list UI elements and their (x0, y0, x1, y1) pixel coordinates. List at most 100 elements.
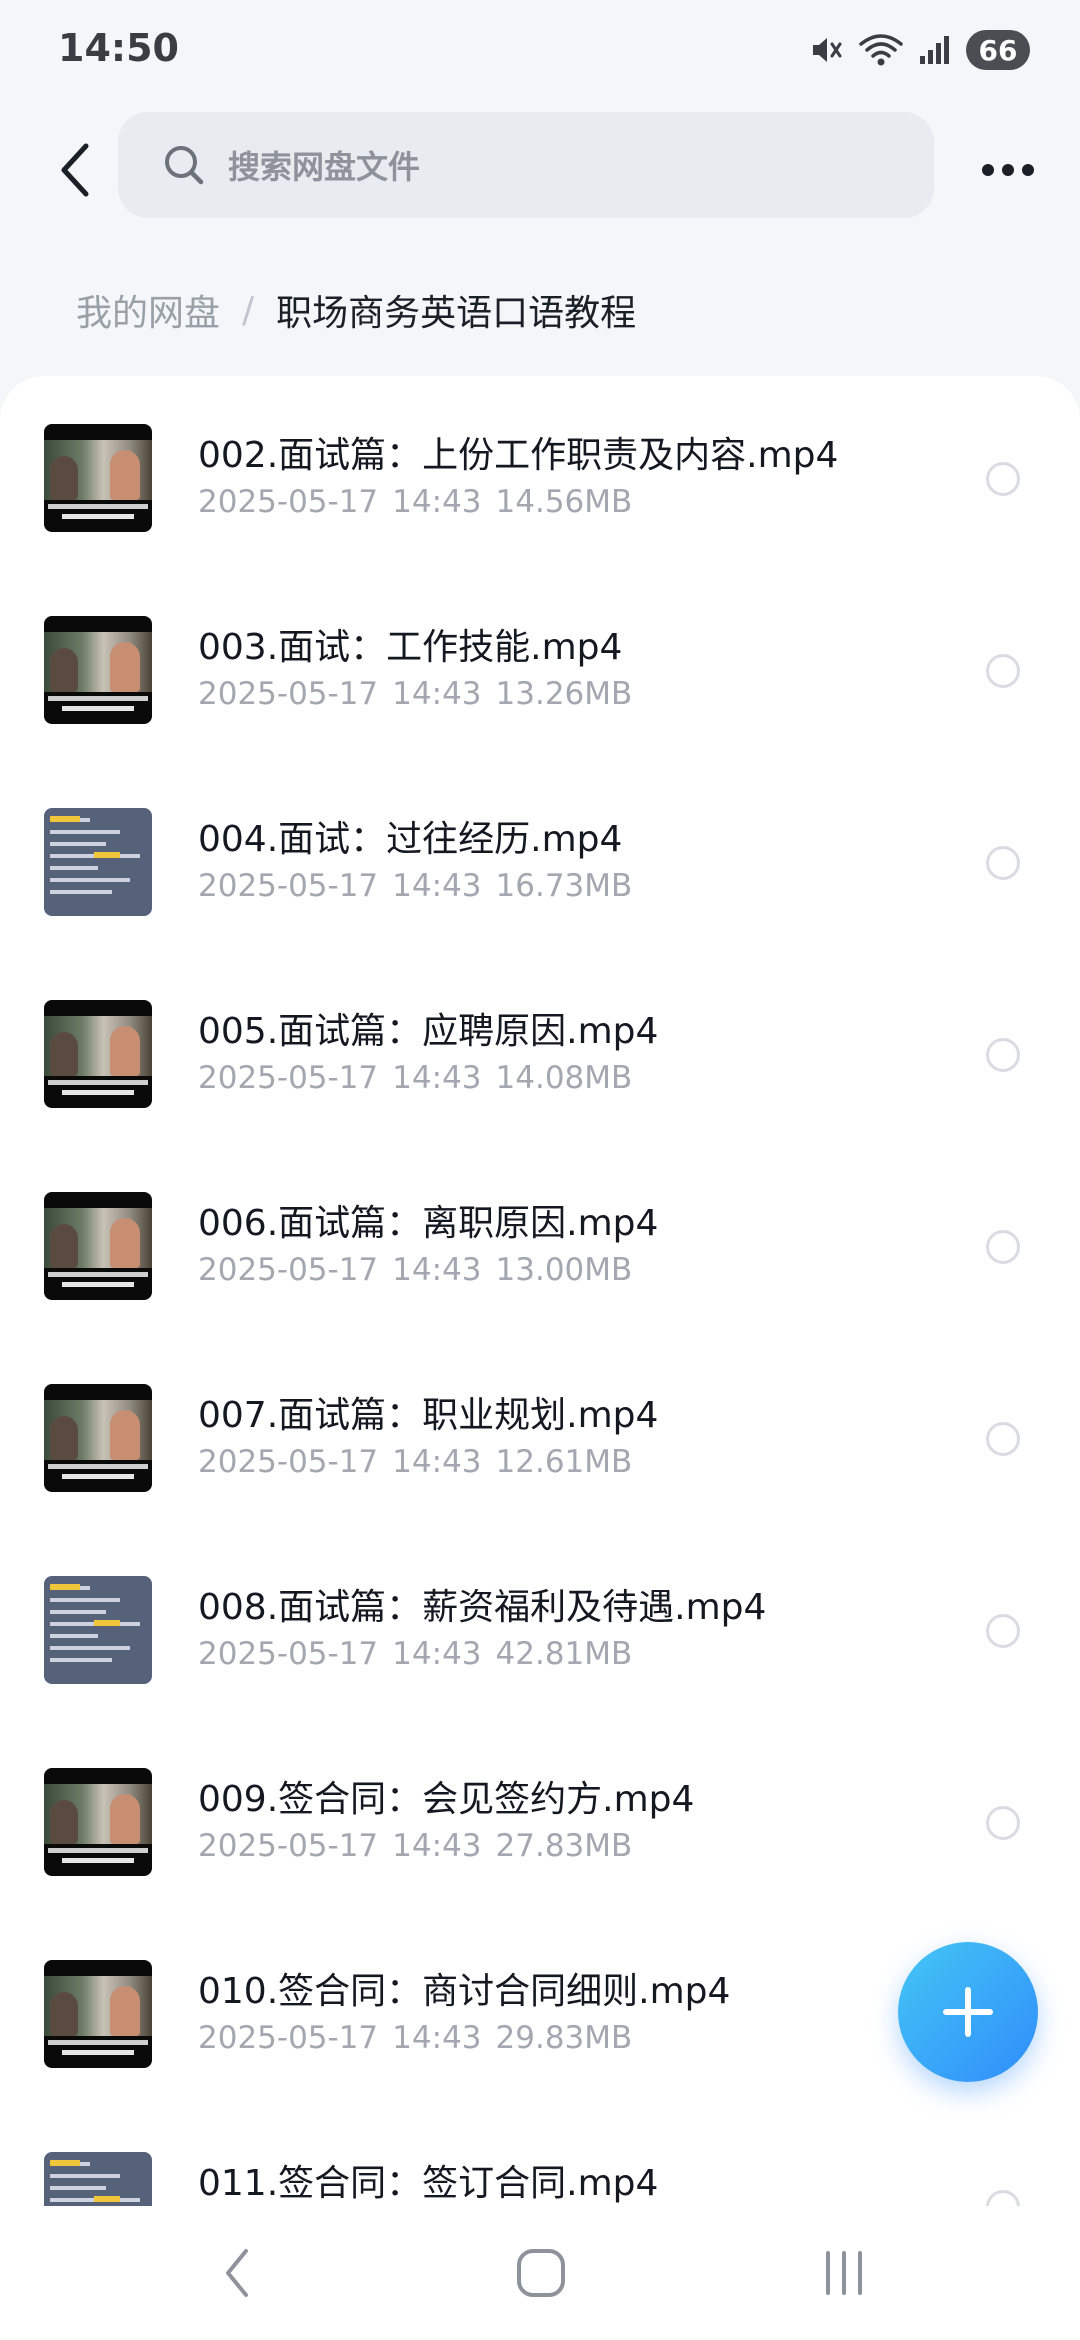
more-options-button[interactable] (968, 130, 1048, 210)
battery-icon: 66 (966, 30, 1030, 70)
select-checkbox[interactable] (986, 654, 1020, 688)
chevron-left-icon (61, 143, 89, 197)
file-row[interactable]: 008.面试篇：薪资福利及待遇.mp4 2025-05-17 14:43 42.81M… (0, 1518, 1080, 1708)
file-date: 2025-05-17 (198, 484, 379, 520)
header: 搜索网盘文件 (0, 100, 1080, 240)
select-checkbox[interactable] (986, 1230, 1020, 1264)
add-button[interactable] (898, 1942, 1038, 2082)
file-time: 14:43 (392, 1060, 482, 1096)
select-checkbox[interactable] (986, 2190, 1020, 2206)
nav-recents-button[interactable] (804, 2236, 884, 2310)
file-time: 14:43 (392, 1444, 482, 1480)
video-thumbnail (44, 1960, 152, 2068)
file-list: 002.面试篇：上份工作职责及内容.mp4 2025-05-17 14:43 14.5… (0, 376, 1080, 2206)
file-meta: 2025-05-17 14:43 16.73MB (198, 868, 632, 904)
search-input[interactable]: 搜索网盘文件 (118, 112, 934, 218)
file-row[interactable]: 003.面试：工作技能.mp4 2025-05-17 14:43 13.26MB (0, 558, 1080, 748)
video-thumbnail (44, 1384, 152, 1492)
breadcrumb: 我的网盘 / 职场商务英语口语教程 (76, 285, 636, 335)
breadcrumb-current: 职场商务英语口语教程 (276, 293, 637, 334)
file-size: 12.61MB (495, 1444, 633, 1480)
file-row[interactable]: 002.面试篇：上份工作职责及内容.mp4 2025-05-17 14:43 14.5… (0, 376, 1080, 556)
file-name: 003.面试：工作技能.mp4 (198, 627, 623, 668)
mute-icon (808, 32, 844, 68)
more-dot (1022, 164, 1034, 176)
back-button[interactable] (36, 130, 116, 210)
file-size: 13.26MB (495, 676, 633, 712)
select-checkbox[interactable] (986, 1806, 1020, 1840)
file-date: 2025-05-17 (198, 868, 379, 904)
file-meta: 2025-05-17 14:43 13.00MB (198, 1252, 632, 1288)
file-size: 14.08MB (495, 1060, 633, 1096)
file-date: 2025-05-17 (198, 676, 379, 712)
video-thumbnail (44, 1000, 152, 1108)
video-thumbnail (44, 424, 152, 532)
file-meta: 2025-05-17 14:43 13.26MB (198, 676, 632, 712)
file-name: 007.面试篇：职业规划.mp4 (198, 1395, 659, 1436)
file-size: 14.56MB (495, 484, 633, 520)
file-time: 14:43 (392, 868, 482, 904)
file-row[interactable]: 011.签合同：签订合同.mp4 (0, 2094, 1080, 2206)
file-row[interactable]: 007.面试篇：职业规划.mp4 2025-05-17 14:43 12.61MB (0, 1326, 1080, 1516)
video-thumbnail (44, 808, 152, 916)
file-size: 13.00MB (495, 1252, 633, 1288)
status-time: 14:50 (58, 26, 179, 70)
file-meta: 2025-05-17 14:43 29.83MB (198, 2020, 632, 2056)
wifi-icon (858, 32, 904, 68)
nav-back-icon (226, 2249, 248, 2297)
video-thumbnail (44, 1192, 152, 1300)
select-checkbox[interactable] (986, 1422, 1020, 1456)
video-thumbnail (44, 1768, 152, 1876)
search-icon (165, 146, 204, 185)
file-row[interactable]: 004.面试：过往经历.mp4 2025-05-17 14:43 16.73MB (0, 750, 1080, 940)
select-checkbox[interactable] (986, 462, 1020, 496)
select-checkbox[interactable] (986, 1614, 1020, 1648)
file-time: 14:43 (392, 1252, 482, 1288)
file-time: 14:43 (392, 1828, 482, 1864)
system-nav-bar (0, 2206, 1080, 2340)
breadcrumb-separator: / (242, 289, 255, 331)
file-date: 2025-05-17 (198, 2020, 379, 2056)
file-name: 002.面试篇：上份工作职责及内容.mp4 (198, 435, 839, 476)
file-name: 010.签合同：商讨合同细则.mp4 (198, 1971, 731, 2012)
file-name: 009.签合同：会见签约方.mp4 (198, 1779, 695, 1820)
file-meta: 2025-05-17 14:43 42.81MB (198, 1636, 632, 1672)
file-meta: 2025-05-17 14:43 12.61MB (198, 1444, 632, 1480)
more-dot (982, 164, 994, 176)
video-thumbnail (44, 1576, 152, 1684)
file-row[interactable]: 009.签合同：会见签约方.mp4 2025-05-17 14:43 27.83MB (0, 1710, 1080, 1900)
file-meta: 2025-05-17 14:43 14.08MB (198, 1060, 632, 1096)
file-size: 16.73MB (495, 868, 633, 904)
file-date: 2025-05-17 (198, 1060, 379, 1096)
file-time: 14:43 (392, 676, 482, 712)
file-time: 14:43 (392, 1636, 482, 1672)
file-date: 2025-05-17 (198, 1828, 379, 1864)
file-time: 14:43 (392, 484, 482, 520)
breadcrumb-root[interactable]: 我的网盘 (76, 284, 220, 336)
select-checkbox[interactable] (986, 846, 1020, 880)
nav-back-button[interactable] (198, 2236, 278, 2310)
video-thumbnail (44, 2152, 152, 2206)
status-icons: 66 (808, 28, 1030, 72)
search-placeholder: 搜索网盘文件 (228, 148, 421, 186)
file-row[interactable]: 006.面试篇：离职原因.mp4 2025-05-17 14:43 13.00MB (0, 1134, 1080, 1324)
file-date: 2025-05-17 (198, 1636, 379, 1672)
select-checkbox[interactable] (986, 1038, 1020, 1072)
file-row[interactable]: 005.面试篇：应聘原因.mp4 2025-05-17 14:43 14.08MB (0, 942, 1080, 1132)
file-size: 29.83MB (495, 2020, 633, 2056)
file-name: 008.面试篇：薪资福利及待遇.mp4 (198, 1587, 767, 1628)
file-name: 004.面试：过往经历.mp4 (198, 819, 623, 860)
file-date: 2025-05-17 (198, 1444, 379, 1480)
plus-icon (943, 1987, 993, 2037)
signal-icon (918, 32, 952, 68)
file-name: 005.面试篇：应聘原因.mp4 (198, 1011, 659, 1052)
more-dot (1002, 164, 1014, 176)
nav-home-button[interactable] (501, 2236, 581, 2310)
file-size: 27.83MB (495, 1828, 633, 1864)
nav-recents-icon (826, 2251, 862, 2295)
file-name: 006.面试篇：离职原因.mp4 (198, 1203, 659, 1244)
nav-home-icon (517, 2249, 565, 2297)
file-date: 2025-05-17 (198, 1252, 379, 1288)
status-bar: 14:50 66 (0, 0, 1080, 100)
file-size: 42.81MB (495, 1636, 633, 1672)
